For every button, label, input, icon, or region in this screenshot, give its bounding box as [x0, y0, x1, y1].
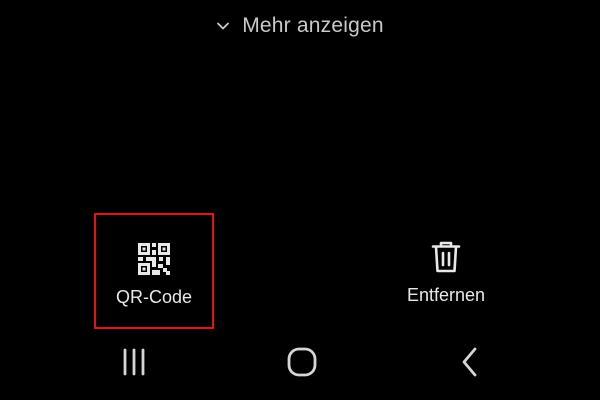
home-button[interactable]	[277, 342, 327, 382]
remove-label: Entfernen	[406, 285, 486, 305]
trash-icon	[431, 241, 461, 273]
show-more-button[interactable]: Mehr anzeigen	[0, 8, 600, 44]
chevron-down-icon	[217, 22, 230, 30]
show-more-label: Mehr anzeigen	[242, 14, 384, 37]
remove-button[interactable]: Entfernen	[386, 213, 506, 329]
back-icon	[462, 347, 477, 377]
recent-apps-button[interactable]	[109, 342, 159, 382]
qr-code-button[interactable]: QR-Code	[94, 213, 214, 329]
qr-code-label: QR-Code	[115, 287, 193, 307]
recent-apps-icon	[123, 348, 145, 376]
system-navigation-bar	[0, 332, 600, 392]
home-icon	[287, 347, 317, 377]
back-button[interactable]	[445, 342, 495, 382]
qr-code-icon	[138, 243, 170, 275]
